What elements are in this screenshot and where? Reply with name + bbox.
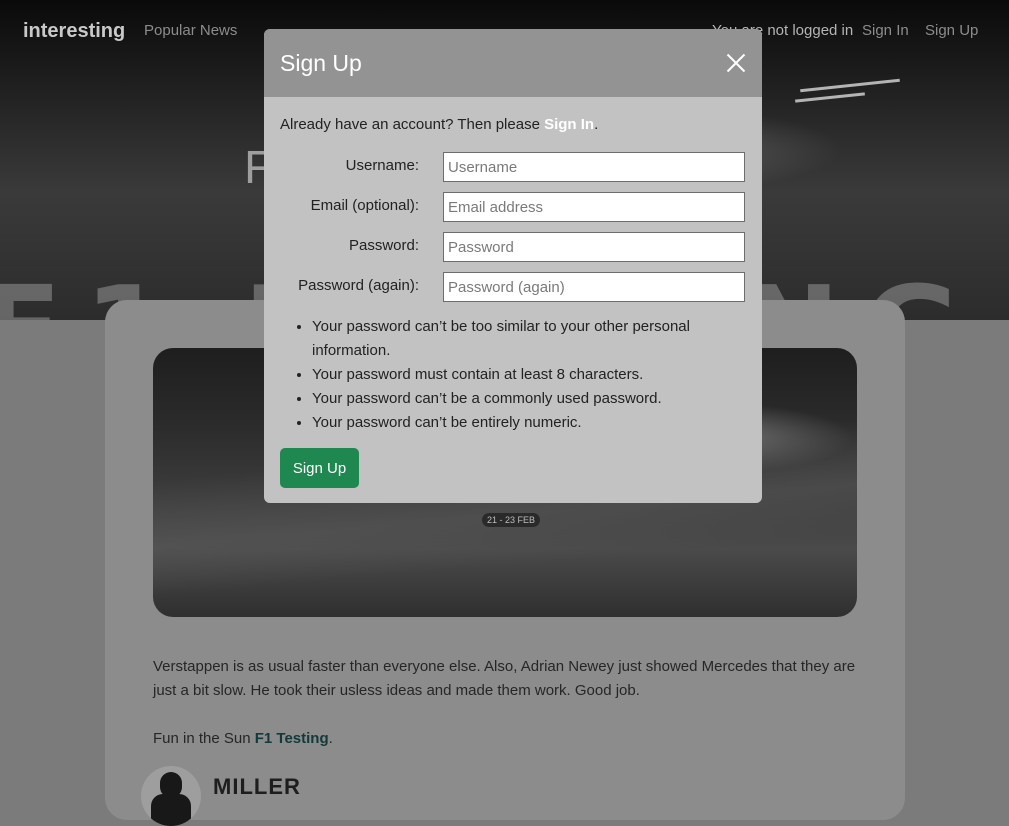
password-rule: Your password can’t be too similar to yo… bbox=[312, 315, 752, 363]
nav-sign-up[interactable]: Sign Up bbox=[925, 22, 978, 39]
signup-modal: Sign Up Already have an account? Then pl… bbox=[264, 29, 762, 503]
modal-sign-in-link[interactable]: Sign In bbox=[544, 116, 594, 133]
author-name: MILLER bbox=[213, 774, 301, 799]
password-rule: Your password can’t be entirely numeric. bbox=[312, 411, 752, 435]
password-rules-list: Your password can’t be too similar to yo… bbox=[280, 315, 752, 435]
sign-up-button[interactable]: Sign Up bbox=[280, 448, 359, 488]
intro-suffix: . bbox=[594, 116, 599, 133]
modal-intro: Already have an account? Then please Sig… bbox=[280, 116, 598, 133]
username-input[interactable] bbox=[443, 152, 745, 182]
article-fun-line: Fun in the Sun F1 Testing. bbox=[153, 727, 857, 751]
article-paragraph: Verstappen is as usual faster than every… bbox=[153, 658, 856, 699]
username-label: Username: bbox=[345, 157, 419, 174]
brand-logo[interactable]: interesting bbox=[23, 20, 125, 43]
nav-popular-news[interactable]: Popular News bbox=[144, 22, 237, 39]
fun-link[interactable]: F1 Testing bbox=[255, 730, 329, 747]
password-rule: Your password must contain at least 8 ch… bbox=[312, 363, 752, 387]
close-icon[interactable] bbox=[726, 53, 746, 73]
fun-prefix: Fun in the Sun bbox=[153, 730, 255, 747]
modal-header: Sign Up bbox=[264, 29, 762, 97]
hero-light-streak bbox=[795, 92, 865, 103]
hero-light-streak bbox=[800, 78, 900, 93]
password-label: Password: bbox=[348, 237, 419, 254]
password-input[interactable] bbox=[443, 232, 745, 262]
article-body: Verstappen is as usual faster than every… bbox=[153, 655, 857, 775]
intro-prefix: Already have an account? Then please bbox=[280, 116, 545, 133]
image-date-badge: 21 - 23 FEB bbox=[482, 513, 541, 527]
avatar bbox=[141, 766, 201, 826]
modal-title: Sign Up bbox=[280, 50, 362, 76]
email-input[interactable] bbox=[443, 192, 745, 222]
password-rule: Your password can’t be a commonly used p… bbox=[312, 387, 752, 411]
password-again-label: Password (again): bbox=[298, 277, 419, 294]
password-again-input[interactable] bbox=[443, 272, 745, 302]
email-label: Email (optional): bbox=[310, 197, 419, 214]
fun-suffix: . bbox=[328, 730, 333, 747]
nav-sign-in[interactable]: Sign In bbox=[862, 22, 909, 39]
